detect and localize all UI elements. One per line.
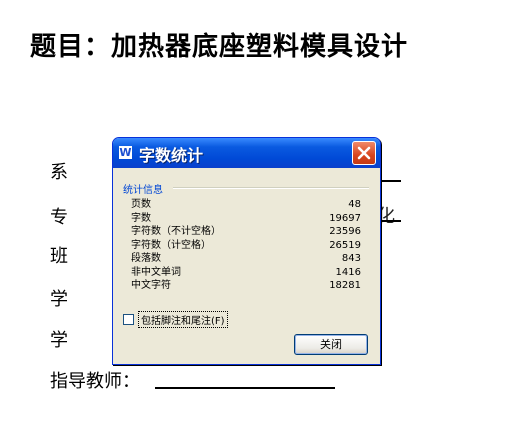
close-icon — [357, 146, 371, 160]
stat-label: 非中文单词 — [131, 266, 181, 278]
word-count-dialog: W 字数统计 统计信息 页数 48 字数 19697 字符数（不计空格） 235… — [112, 137, 381, 365]
field-class-label: 班 — [50, 246, 68, 267]
field-student-id-label: 学 — [50, 330, 68, 351]
stat-label: 字数 — [131, 212, 151, 224]
stat-value: 48 — [348, 199, 361, 210]
stat-label: 中文字符 — [131, 280, 171, 291]
major-underline — [379, 220, 401, 222]
advisor-underline — [155, 387, 335, 389]
stat-label: 字符数（不计空格） — [131, 226, 221, 237]
stat-value: 843 — [341, 253, 361, 264]
field-department-label: 系 — [50, 162, 68, 183]
stat-row-paragraphs: 段落数 843 — [131, 252, 361, 266]
stat-row-pages: 页数 48 — [131, 198, 361, 212]
stat-value: 18281 — [329, 280, 361, 291]
close-button[interactable] — [352, 141, 376, 165]
stat-row-chars-no-spaces: 字符数（不计空格） 23596 — [131, 225, 361, 239]
stat-label: 段落数 — [131, 253, 161, 264]
include-footnotes-checkbox[interactable] — [123, 314, 134, 325]
stat-row-chinese-chars: 中文字符 18281 — [131, 279, 361, 293]
include-footnotes-option[interactable]: 包括脚注和尾注(F) — [123, 311, 228, 328]
stat-row-words: 字数 19697 — [131, 212, 361, 226]
statistics-group-label: 统计信息 — [123, 185, 163, 196]
stat-row-non-chinese-words: 非中文单词 1416 — [131, 266, 361, 280]
group-divider — [173, 187, 369, 189]
stat-value: 23596 — [329, 226, 361, 237]
advisor-label: 指导教师： — [50, 371, 140, 392]
stat-value: 19697 — [329, 212, 361, 224]
include-footnotes-label[interactable]: 包括脚注和尾注(F) — [138, 311, 228, 328]
dialog-title: 字数统计 — [139, 146, 204, 165]
close-dialog-button[interactable]: 关闭 — [294, 334, 368, 355]
stat-label: 页数 — [131, 199, 151, 210]
department-underline — [379, 180, 401, 182]
stat-value: 1416 — [335, 266, 361, 278]
field-student-name-label: 学 — [50, 289, 68, 310]
document-title: 题目：加热器底座塑料模具设计 — [30, 32, 409, 62]
stat-row-chars-with-spaces: 字符数（计空格） 26519 — [131, 239, 361, 253]
statistics-list: 页数 48 字数 19697 字符数（不计空格） 23596 字符数（计空格） … — [131, 198, 361, 293]
dialog-titlebar[interactable]: W 字数统计 — [113, 138, 380, 168]
stat-value: 26519 — [329, 239, 361, 251]
word-icon: W — [119, 146, 132, 159]
stat-label: 字符数（计空格） — [131, 239, 211, 251]
field-major-label: 专 — [50, 207, 68, 228]
